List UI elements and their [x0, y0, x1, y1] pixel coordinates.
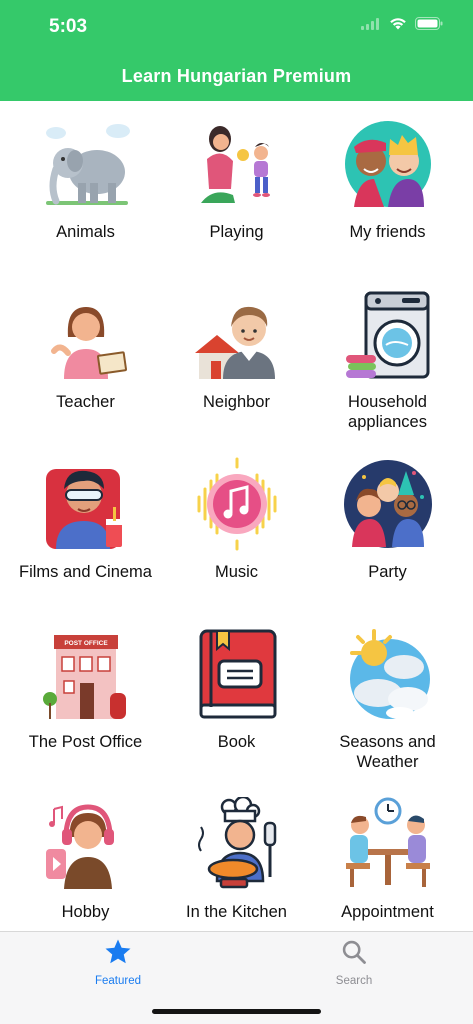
status-time: 5:03 — [49, 16, 88, 37]
category-book[interactable]: Book — [158, 611, 315, 781]
mother-child-playing-icon — [201, 126, 270, 203]
search-icon — [342, 940, 366, 964]
category-label: Household appliances — [348, 393, 427, 431]
category-label: Films and Cinema — [19, 563, 152, 581]
category-label: Seasons and Weather — [339, 733, 436, 771]
elephant-icon — [46, 124, 130, 205]
battery-icon — [415, 17, 443, 30]
category-label: Teacher — [56, 393, 115, 411]
tab-featured-label: Featured — [94, 975, 142, 987]
category-the-post-office[interactable]: POST OFFICE The Post Office — [7, 611, 164, 781]
hobby-music-icon — [46, 804, 114, 889]
category-label: My friends — [349, 223, 426, 241]
page-title: Learn Hungarian Premium — [121, 66, 352, 86]
cinema-viewer-icon — [46, 469, 122, 549]
category-films-and-cinema[interactable]: Films and Cinema — [7, 441, 164, 611]
category-grid: Animals Playing My friends Teacher Neigh… — [0, 101, 473, 931]
teacher-icon — [51, 307, 127, 379]
category-label: Playing — [209, 223, 264, 241]
post-office-building-icon: POST OFFICE — [43, 635, 126, 719]
tab-search[interactable]: Search — [309, 937, 399, 987]
washing-machine-icon — [346, 291, 430, 379]
home-indicator — [152, 1009, 321, 1014]
neighbor-icon — [195, 306, 275, 379]
status-icons — [361, 17, 443, 30]
post-office-sign: POST OFFICE — [64, 640, 108, 647]
tab-featured[interactable]: Featured — [73, 937, 163, 987]
star-icon — [105, 939, 131, 964]
category-household-appliances[interactable]: Household appliances — [309, 271, 466, 441]
category-label: Music — [214, 563, 259, 581]
nav-header: 5:03 Learn Hungarian Premium — [0, 0, 473, 101]
category-label: The Post Office — [28, 733, 143, 751]
category-my-friends[interactable]: My friends — [309, 101, 466, 271]
party-people-icon — [344, 460, 432, 548]
category-label: Book — [217, 733, 256, 751]
chef-cooking-icon — [198, 797, 277, 889]
category-appointment[interactable]: Appointment — [309, 781, 466, 931]
category-label: In the Kitchen — [186, 903, 287, 921]
category-animals[interactable]: Animals — [7, 101, 164, 271]
category-teacher[interactable]: Teacher — [7, 271, 164, 441]
category-seasons-and-weather[interactable]: Seasons and Weather — [309, 611, 466, 781]
friends-icon — [345, 121, 431, 207]
category-playing[interactable]: Playing — [158, 101, 315, 271]
category-party[interactable]: Party — [309, 441, 466, 611]
category-label: Animals — [56, 223, 115, 241]
category-label: Appointment — [341, 903, 434, 921]
sun-cloud-icon — [350, 629, 430, 719]
signal-icon — [361, 17, 379, 30]
category-label: Party — [368, 563, 407, 581]
music-note-icon — [197, 457, 277, 551]
category-hobby[interactable]: Hobby — [7, 781, 164, 931]
tab-search-label: Search — [335, 975, 373, 987]
category-label: Neighbor — [203, 393, 270, 411]
wifi-icon — [390, 18, 406, 30]
book-icon — [199, 629, 277, 719]
category-music[interactable]: Music — [158, 441, 315, 611]
meeting-appointment-icon — [346, 797, 430, 887]
category-in-the-kitchen[interactable]: In the Kitchen — [158, 781, 315, 931]
category-neighbor[interactable]: Neighbor — [158, 271, 315, 441]
category-label: Hobby — [61, 903, 110, 921]
